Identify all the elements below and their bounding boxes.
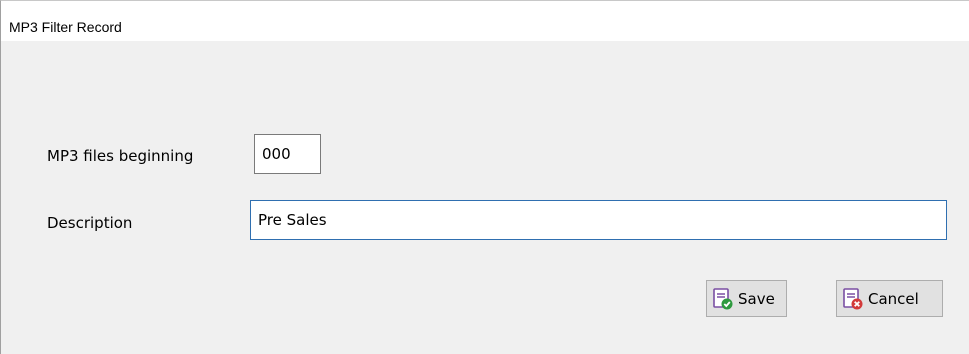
description-label: Description: [47, 214, 133, 232]
cancel-button-label: Cancel: [868, 289, 919, 308]
mp3-files-beginning-label: MP3 files beginning: [47, 147, 194, 165]
filter-record-window: MP3 Filter Record MP3 files beginning De…: [0, 0, 969, 354]
mp3-files-beginning-input[interactable]: [254, 134, 321, 174]
title-bar: MP3 Filter Record: [1, 1, 969, 41]
save-record-check-icon: [713, 287, 733, 310]
cancel-button[interactable]: Cancel: [836, 280, 943, 317]
description-input[interactable]: [250, 200, 947, 240]
window-title: MP3 Filter Record: [9, 19, 122, 35]
save-button-label: Save: [738, 289, 775, 308]
cancel-record-x-icon: [843, 287, 863, 310]
save-button[interactable]: Save: [706, 280, 787, 317]
